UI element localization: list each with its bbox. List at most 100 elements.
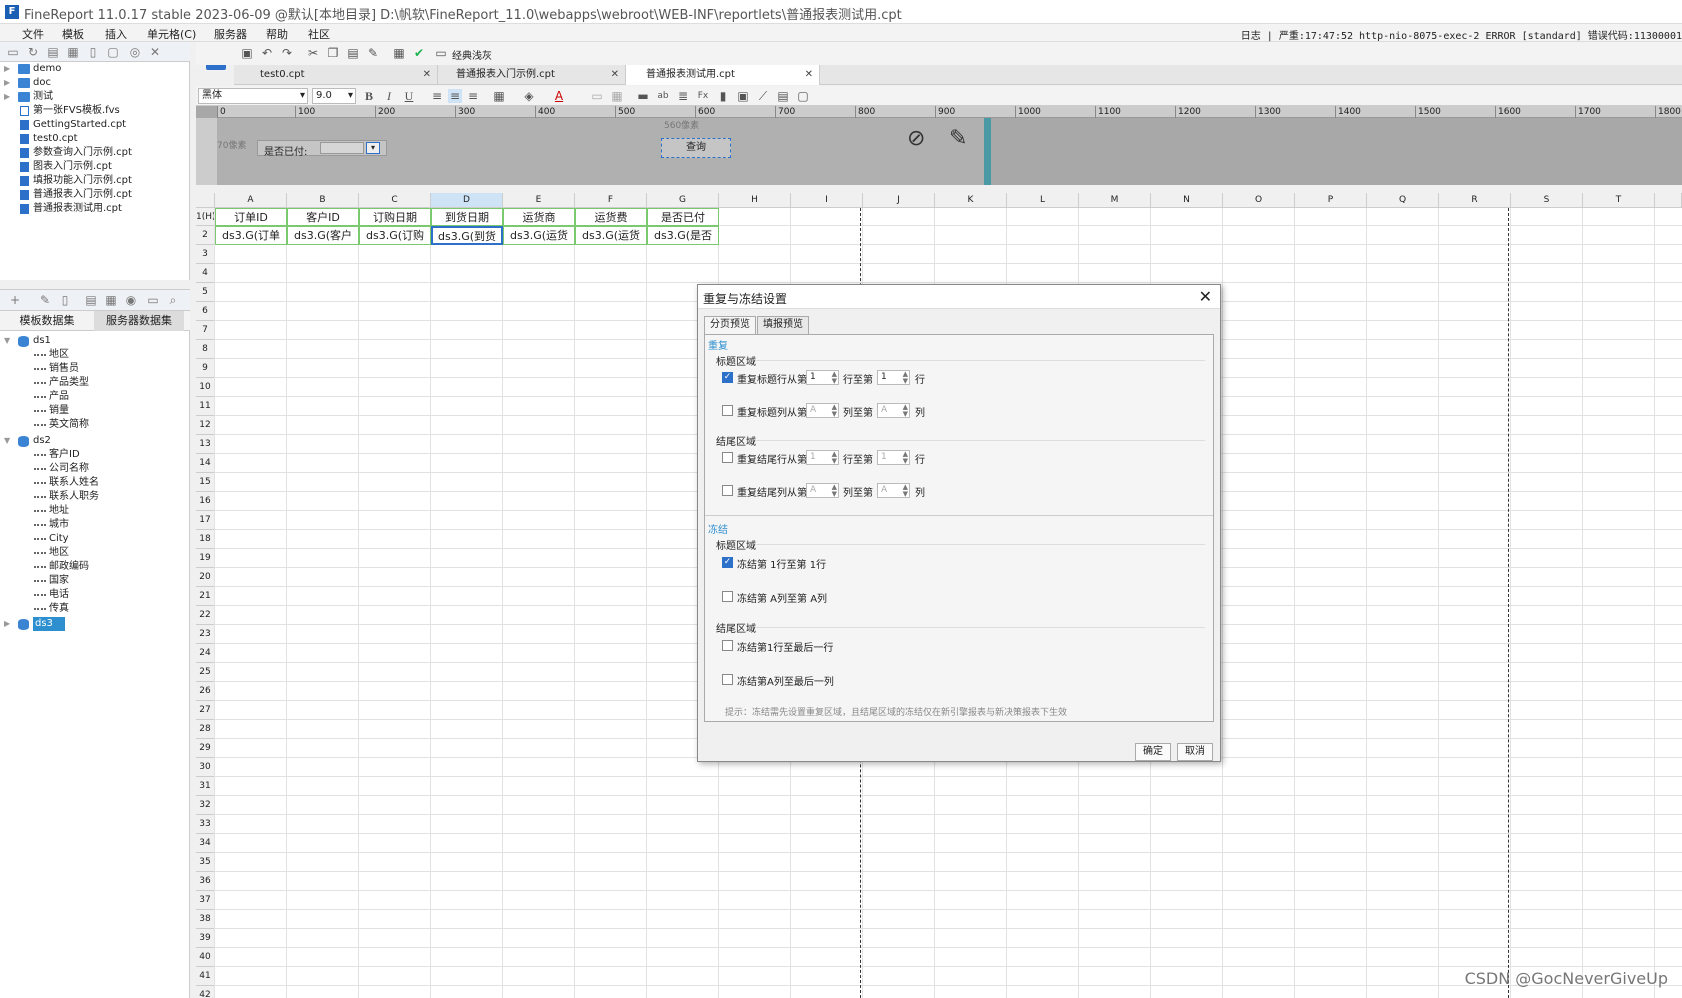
field-item[interactable]: 产品类型	[0, 376, 190, 390]
font-color-icon[interactable]: A	[552, 89, 566, 103]
bold-button[interactable]: B	[362, 89, 376, 103]
richtext-icon[interactable]: ≣	[676, 89, 690, 103]
locate-icon[interactable]: ◎	[128, 45, 142, 59]
column-header[interactable]: T	[1583, 193, 1655, 208]
spinner-arrows-icon[interactable]: ▲ ▼	[832, 451, 837, 465]
delete-icon[interactable]: ▯	[58, 293, 72, 307]
row-header[interactable]: 22	[196, 606, 215, 625]
column-header[interactable]: P	[1295, 193, 1367, 208]
widget-icon[interactable]: ▢	[796, 89, 810, 103]
column-header[interactable]: N	[1151, 193, 1223, 208]
font-family-select[interactable]: 黑体 ▾	[198, 88, 308, 104]
repeat-tail-row-checkbox[interactable]	[722, 452, 733, 463]
data-cell[interactable]: ds3.G(客户	[287, 226, 359, 245]
row-header[interactable]: 7	[196, 321, 215, 340]
row-header[interactable]: 4	[196, 264, 215, 283]
close-icon[interactable]: ✕	[423, 65, 431, 85]
field-item[interactable]: 国家	[0, 574, 190, 588]
new-folder-icon[interactable]: ▭	[6, 45, 20, 59]
freeze-row-checkbox[interactable]: ✓	[722, 557, 733, 568]
data-cell[interactable]: ds3.G(订购	[359, 226, 431, 245]
column-header[interactable]: G	[647, 193, 719, 208]
row-header[interactable]: 40	[196, 948, 215, 967]
column-header[interactable]: F	[575, 193, 647, 208]
collapse-icon[interactable]: ✕	[148, 45, 162, 59]
format-painter-icon[interactable]: ✎	[366, 46, 380, 60]
open-icon[interactable]: ▤	[46, 45, 60, 59]
column-header[interactable]: E	[503, 193, 575, 208]
cancel-button[interactable]: 取消	[1177, 743, 1213, 761]
tail-col-to-spinner[interactable]: A ▲ ▼	[877, 483, 910, 498]
column-header[interactable]: L	[1007, 193, 1079, 208]
field-item[interactable]: 客户ID	[0, 448, 190, 462]
column-header[interactable]: C	[359, 193, 431, 208]
header-cell[interactable]: 运货商	[503, 208, 575, 226]
column-header[interactable]: M	[1079, 193, 1151, 208]
collapse-icon[interactable]: ▼	[4, 434, 10, 448]
refresh-icon[interactable]: ↻	[26, 45, 40, 59]
copy-icon[interactable]: ❐	[326, 46, 340, 60]
eye-hidden-icon[interactable]: ⊘	[907, 126, 925, 151]
field-item[interactable]: 城市	[0, 518, 190, 532]
field-item[interactable]: 联系人职务	[0, 490, 190, 504]
row-header[interactable]: 30	[196, 758, 215, 777]
server-icon[interactable]: ▭	[146, 293, 160, 307]
collapse-icon[interactable]: ▼	[4, 334, 10, 348]
row-header[interactable]: 31	[196, 777, 215, 796]
row-header[interactable]: 14	[196, 454, 215, 473]
close-icon[interactable]: ✕	[1199, 287, 1212, 306]
underline-button[interactable]: U	[402, 89, 416, 103]
paid-widget[interactable]: 是否已付: ▾	[257, 140, 387, 158]
field-item[interactable]: 地区	[0, 546, 190, 560]
repeat-title-col-checkbox[interactable]	[722, 405, 733, 416]
field-item[interactable]: 联系人姓名	[0, 476, 190, 490]
insert-cell-icon[interactable]: ▬	[636, 89, 650, 103]
row-header[interactable]: 17	[196, 511, 215, 530]
row-header[interactable]: 1(H)	[196, 208, 216, 226]
row-header[interactable]: 11	[196, 397, 215, 416]
title-col-from-spinner[interactable]: A ▲ ▼	[806, 403, 839, 418]
field-item[interactable]: 邮政编码	[0, 560, 190, 574]
row-header[interactable]: 10	[196, 378, 215, 397]
field-item[interactable]: 销量	[0, 404, 190, 418]
menu-insert[interactable]: 插入	[105, 26, 127, 42]
repeat-tail-col-checkbox[interactable]	[722, 485, 733, 496]
spinner-arrows-icon[interactable]: ▲ ▼	[832, 404, 837, 418]
header-cell[interactable]: 客户ID	[287, 208, 359, 226]
paid-combobox[interactable]	[320, 142, 364, 154]
field-item[interactable]: 电话	[0, 588, 190, 602]
menu-template[interactable]: 模板	[62, 26, 84, 42]
preview-icon[interactable]: ▤	[84, 293, 98, 307]
field-item[interactable]: 地址	[0, 504, 190, 518]
row-header[interactable]: 25	[196, 663, 215, 682]
italic-button[interactable]: I	[382, 89, 396, 103]
fill-color-icon[interactable]: ◈	[522, 89, 536, 103]
check-icon[interactable]: ✔	[412, 46, 426, 60]
spinner-arrows-icon[interactable]: ▲ ▼	[903, 484, 908, 498]
tab-test0[interactable]: test0.cpt ✕	[244, 65, 438, 85]
row-header[interactable]: 37	[196, 891, 215, 910]
row-header[interactable]: 12	[196, 416, 215, 435]
field-item[interactable]: 公司名称	[0, 462, 190, 476]
repeat-title-row-checkbox[interactable]: ✓	[722, 372, 733, 383]
freeze-col-checkbox[interactable]	[722, 591, 733, 602]
field-item[interactable]: City	[0, 532, 190, 546]
column-header[interactable]: O	[1223, 193, 1295, 208]
table-icon[interactable]: ▦	[104, 293, 118, 307]
unmerge-icon[interactable]: ▦	[610, 89, 624, 103]
menu-file[interactable]: 文件	[22, 26, 44, 42]
column-header[interactable]: S	[1511, 193, 1583, 208]
theme-icon[interactable]: ▭	[434, 46, 448, 60]
text-icon[interactable]: ab	[656, 89, 670, 103]
row-header[interactable]: 42	[196, 986, 215, 998]
field-item[interactable]: 地区	[0, 348, 190, 362]
row-header[interactable]: 16	[196, 492, 215, 511]
row-header[interactable]: 3	[196, 245, 215, 264]
data-cell[interactable]: ds3.G(运货	[575, 226, 647, 245]
spinner-arrows-icon[interactable]: ▲ ▼	[832, 371, 837, 385]
row-header[interactable]: 24	[196, 644, 215, 663]
chart-icon[interactable]: ▮	[716, 89, 730, 103]
cut-icon[interactable]: ✂	[306, 46, 320, 60]
spinner-arrows-icon[interactable]: ▲ ▼	[832, 484, 837, 498]
row-header[interactable]: 38	[196, 910, 215, 929]
